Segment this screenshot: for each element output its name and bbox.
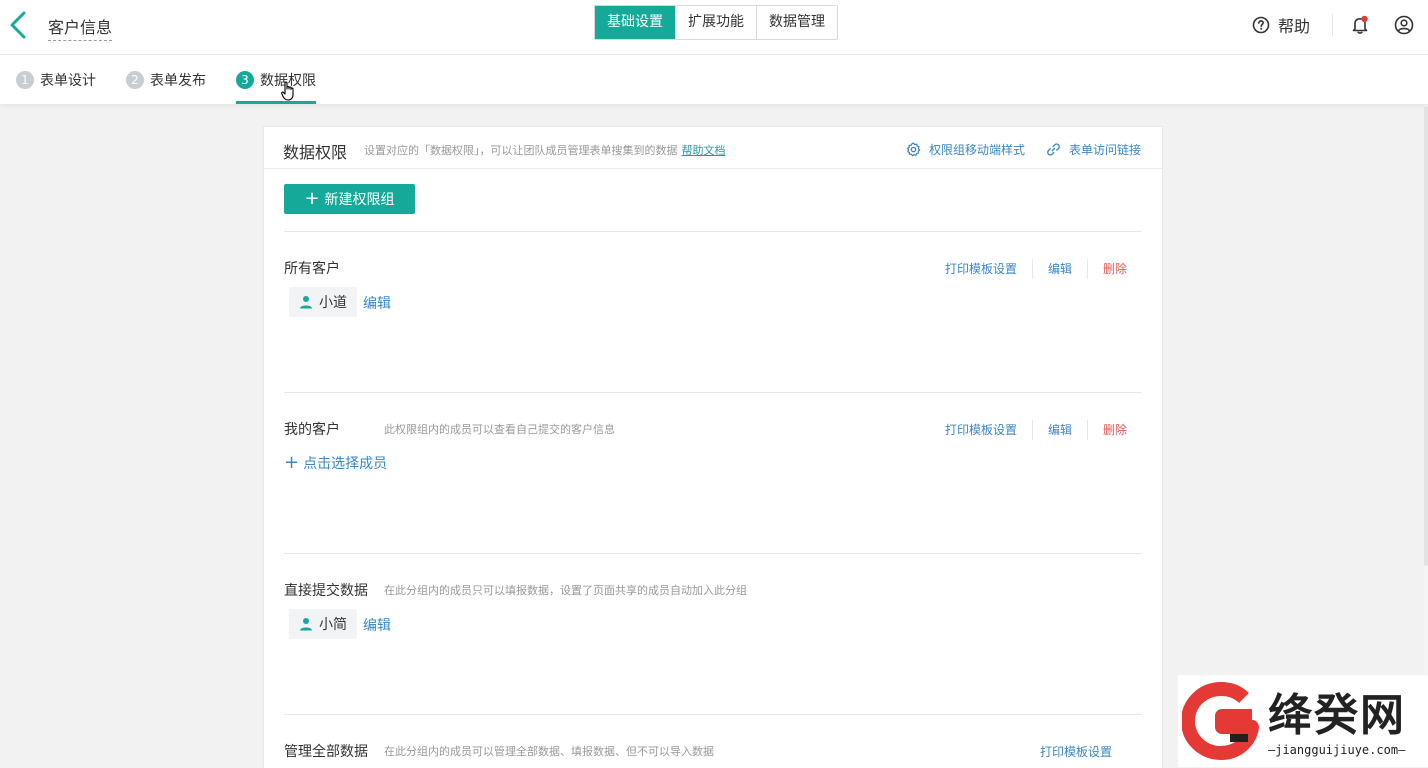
step-number: 3 <box>236 70 254 89</box>
bell-icon[interactable] <box>1350 15 1370 35</box>
panel-header: 数据权限 设置对应的「数据权限」，可以让团队成员管理表单搜集到的数据 帮助文档 权… <box>264 127 1162 169</box>
edit-members-link[interactable]: 编辑 <box>363 293 391 313</box>
delete-group-button[interactable]: 删除 <box>1086 420 1127 440</box>
member-tag: 小简 <box>289 609 357 639</box>
hand-cursor-icon <box>281 81 294 101</box>
header-divider <box>1332 14 1333 36</box>
divider <box>284 392 1142 393</box>
step-number: 2 <box>126 70 144 89</box>
help-button[interactable]: 帮助 <box>1252 13 1310 37</box>
mobile-style-label: 权限组移动端样式 <box>929 143 1026 157</box>
watermark-title: 绛癸网 <box>1268 690 1406 741</box>
link-icon <box>1047 143 1060 156</box>
mobile-style-link[interactable]: 权限组移动端样式 <box>906 141 1025 158</box>
new-permission-group-button[interactable]: + 新建权限组 <box>284 184 415 214</box>
member-name: 小简 <box>319 617 347 633</box>
watermark: 绛癸网 —jiangguijiuye.com— <box>1178 675 1428 767</box>
tab-basic-settings[interactable]: 基础设置 <box>595 6 676 39</box>
watermark-logo-icon <box>1182 682 1259 760</box>
print-template-button[interactable]: 打印模板设置 <box>945 420 1032 440</box>
edit-members-link[interactable]: 编辑 <box>363 615 391 635</box>
divider <box>284 231 1142 232</box>
group-description: 此权限组内的成员可以查看自己提交的客户信息 <box>384 423 615 436</box>
divider <box>284 714 1142 715</box>
permission-group: 我的客户 此权限组内的成员可以查看自己提交的客户信息 打印模板设置 编辑 删除 … <box>284 419 1142 579</box>
permission-group: 管理全部数据 在此分组内的成员可以管理全部数据、填报数据、但不可以导入数据 打印… <box>284 741 1142 768</box>
back-arrow-icon[interactable] <box>8 10 30 40</box>
step-form-design[interactable]: 1 表单设计 <box>16 55 96 104</box>
tab-extensions[interactable]: 扩展功能 <box>676 6 757 39</box>
panel-description-text: 设置对应的「数据权限」，可以让团队成员管理表单搜集到的数据 <box>364 144 678 157</box>
gear-icon <box>906 142 921 157</box>
group-description: 在此分组内的成员只可以填报数据，设置了页面共享的成员自动加入此分组 <box>384 584 747 597</box>
step-data-permission[interactable]: 3 数据权限 <box>236 55 316 104</box>
steps-bar: 1 表单设计 2 表单发布 3 数据权限 <box>0 55 1428 104</box>
user-icon <box>300 618 312 631</box>
access-link-label: 表单访问链接 <box>1069 143 1142 157</box>
top-bar: 客户信息 基础设置 扩展功能 数据管理 帮助 <box>0 0 1428 55</box>
print-template-button[interactable]: 打印模板设置 <box>945 259 1032 279</box>
tab-data-management[interactable]: 数据管理 <box>757 6 837 39</box>
select-members-label: 点击选择成员 <box>303 456 388 472</box>
group-name: 管理全部数据 <box>284 744 368 760</box>
user-avatar-icon[interactable] <box>1394 15 1414 35</box>
panel-title: 数据权限 <box>283 143 348 162</box>
user-icon <box>300 296 312 309</box>
new-group-label: 新建权限组 <box>324 192 395 208</box>
divider <box>284 553 1142 554</box>
permission-group: 直接提交数据 在此分组内的成员只可以填报数据，设置了页面共享的成员自动加入此分组… <box>284 580 1142 740</box>
help-label: 帮助 <box>1278 17 1311 36</box>
member-name: 小道 <box>319 295 347 311</box>
group-name: 所有客户 <box>284 261 340 277</box>
step-number: 1 <box>16 70 34 89</box>
plus-icon: + <box>304 188 320 209</box>
select-members-button[interactable]: + 点击选择成员 <box>284 453 387 473</box>
group-name: 直接提交数据 <box>284 583 368 599</box>
group-actions: 打印模板设置 编辑 删除 <box>945 259 1127 279</box>
question-circle-icon <box>1252 16 1270 34</box>
plus-icon: + <box>284 452 300 473</box>
group-name: 我的客户 <box>284 422 340 438</box>
watermark-domain: jiangguijiuye.com <box>1275 743 1399 757</box>
permission-panel: 数据权限 设置对应的「数据权限」，可以让团队成员管理表单搜集到的数据 帮助文档 权… <box>263 126 1163 768</box>
panel-description: 设置对应的「数据权限」，可以让团队成员管理表单搜集到的数据 帮助文档 <box>364 142 726 158</box>
access-link[interactable]: 表单访问链接 <box>1046 141 1141 158</box>
delete-group-button[interactable]: 删除 <box>1086 259 1127 279</box>
group-description: 在此分组内的成员可以管理全部数据、填报数据、但不可以导入数据 <box>384 745 714 758</box>
mode-tabs: 基础设置 扩展功能 数据管理 <box>594 5 838 40</box>
form-title[interactable]: 客户信息 <box>48 14 113 41</box>
group-actions: 打印模板设置 <box>1040 742 1127 762</box>
help-doc-link[interactable]: 帮助文档 <box>682 144 726 157</box>
edit-group-button[interactable]: 编辑 <box>1031 259 1087 279</box>
step-form-publish[interactable]: 2 表单发布 <box>126 55 206 104</box>
member-tag: 小道 <box>289 287 357 317</box>
group-actions: 打印模板设置 编辑 删除 <box>945 420 1127 440</box>
edit-group-button[interactable]: 编辑 <box>1031 420 1087 440</box>
step-label: 表单设计 <box>40 72 96 89</box>
watermark-subtitle: —jiangguijiuye.com— <box>1268 743 1406 757</box>
step-label: 表单发布 <box>150 72 206 89</box>
print-template-button[interactable]: 打印模板设置 <box>1040 742 1127 762</box>
scrollbar-thumb[interactable] <box>1424 106 1428 566</box>
permission-group: 所有客户 打印模板设置 编辑 删除 小道 编辑 <box>284 258 1142 418</box>
